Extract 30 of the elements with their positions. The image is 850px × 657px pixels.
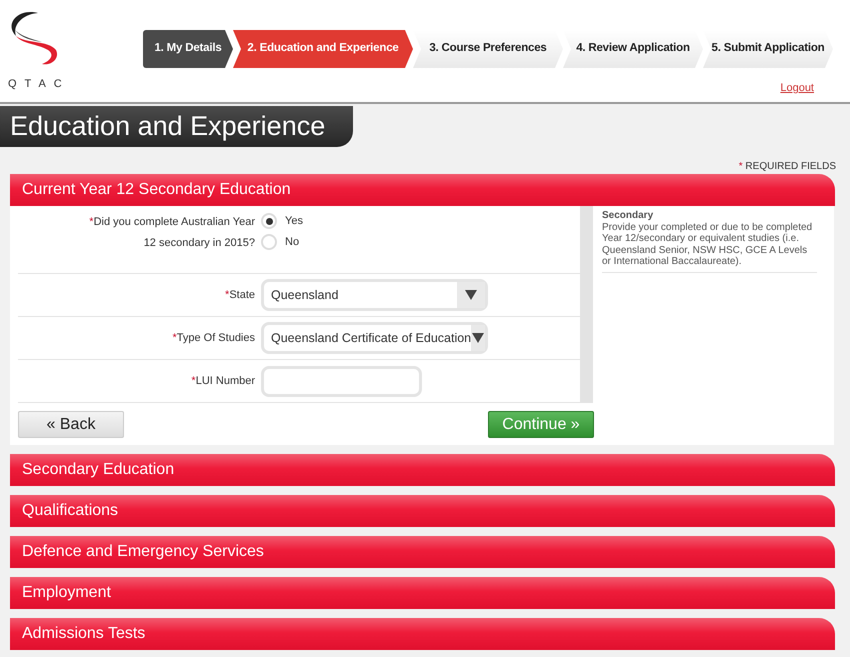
required-note: REQUIRED FIELDS: [745, 161, 836, 172]
section-header[interactable]: Current Year 12 Secondary Education: [10, 174, 835, 206]
brand-name: QTAC: [8, 77, 70, 92]
field-label: *Did you complete Australian Year 12 secondary in 2015?: [89, 216, 255, 249]
dropdown-field[interactable]: Queensland Certificate of Education: [261, 322, 488, 354]
section-header[interactable]: Secondary Education: [10, 454, 835, 486]
help-title: Secondary: [602, 210, 654, 222]
help-text: Provide your completed or due to be completed Year 12/secondary or equivalent studies (i.e. Queensland Senior, NSW HSC, GCE A Levels or International Baccalaureate).: [602, 222, 814, 268]
input-field[interactable]: [261, 366, 422, 396]
caret-icon: [472, 333, 484, 343]
page-title: Education and Experience: [0, 106, 353, 147]
section-header[interactable]: Employment: [10, 577, 835, 609]
step-tab[interactable]: 2. Education and Experience: [233, 30, 413, 68]
dropdown-field[interactable]: Queensland: [261, 279, 488, 311]
radio-button[interactable]: [261, 234, 277, 250]
caret-icon: [465, 290, 477, 300]
logout-link[interactable]: Logout: [780, 80, 814, 96]
field-label: *Type Of Studies: [172, 332, 255, 344]
field-label: *State: [225, 288, 255, 301]
radio-button[interactable]: [261, 213, 277, 230]
radio-label: Yes: [285, 214, 303, 229]
step-tab[interactable]: 1. My Details: [143, 30, 233, 68]
continue-button[interactable]: Continue »: [488, 411, 594, 438]
radio-label: No: [285, 234, 300, 250]
section-header[interactable]: Admissions Tests: [10, 618, 835, 650]
required-mark: *: [738, 161, 743, 172]
back-button[interactable]: « Back: [18, 411, 124, 438]
section-header[interactable]: Qualifications: [10, 495, 835, 527]
section-header[interactable]: Defence and Emergency Services: [10, 536, 835, 568]
field-label: *LUI Number: [191, 374, 255, 387]
